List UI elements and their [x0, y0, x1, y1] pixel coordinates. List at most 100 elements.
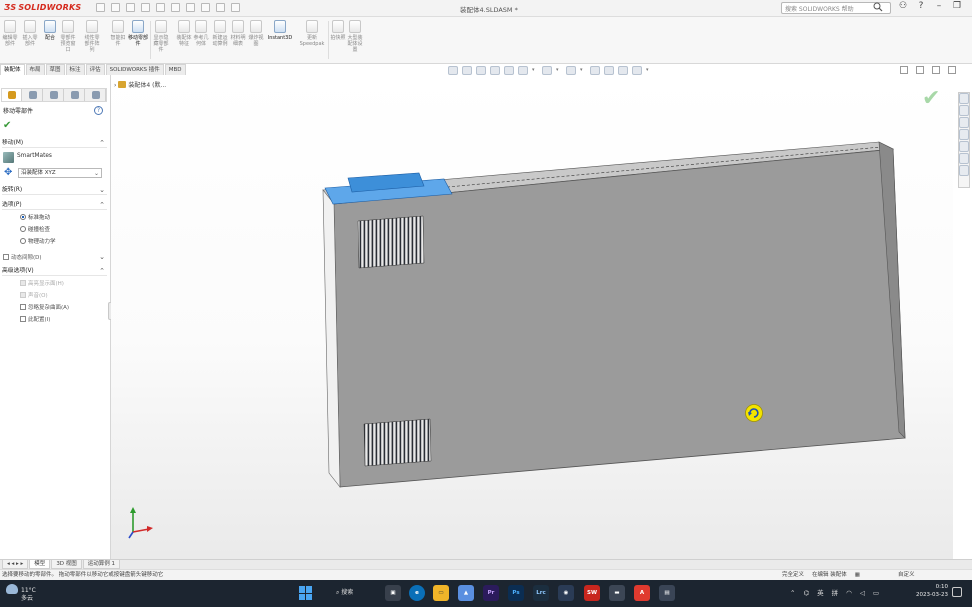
display-manager-tab-icon[interactable] [86, 89, 106, 101]
chevron-up-icon[interactable]: ⌃ [790, 588, 795, 598]
lightroom-icon[interactable]: Lrc [533, 585, 549, 601]
print-icon[interactable] [156, 3, 165, 12]
file-explorer-icon[interactable] [959, 117, 969, 128]
custom-properties-icon[interactable] [959, 153, 969, 164]
ribbon-exploded-view[interactable]: 爆炸视图 [248, 20, 264, 47]
move-section-header[interactable]: 移动(M) ⌃ [2, 138, 107, 148]
ime-language[interactable]: 英 [817, 588, 824, 598]
tab-mbd[interactable]: MBD [164, 64, 186, 75]
chevron-up-icon[interactable]: ⌃ [99, 266, 105, 276]
edge-browser-icon[interactable]: e [409, 585, 425, 601]
tab-motion-study-1[interactable]: 运动算例 1 [82, 560, 121, 569]
zoom-to-fit-icon[interactable] [448, 66, 458, 75]
battery-icon[interactable]: ▭ [873, 588, 879, 598]
resources-icon[interactable] [959, 93, 969, 104]
save-icon[interactable] [141, 3, 150, 12]
autocad-icon[interactable]: A [634, 585, 650, 601]
tab-3d-views[interactable]: 3D 视图 [51, 560, 82, 569]
ribbon-linear-pattern[interactable]: 线性零部件阵列 [84, 20, 100, 53]
dynamic-annotation-icon[interactable] [504, 66, 514, 75]
solidworks-logo[interactable]: ƷS SOLIDWORKS [4, 3, 81, 12]
options-icon[interactable] [231, 3, 240, 12]
collision-detection-radio[interactable]: 碰撞检查 [20, 225, 50, 233]
rotate-section-header[interactable]: 旋转(R) ⌄ [2, 185, 107, 195]
app-icon[interactable]: ▤ [659, 585, 675, 601]
ribbon-instant3d[interactable]: Instant3D [266, 20, 294, 41]
ime-mode[interactable]: 拼 [832, 588, 839, 598]
view-orientation-icon[interactable] [518, 66, 528, 75]
physical-dynamics-radio[interactable]: 物理动力学 [20, 237, 56, 245]
sound-checkbox[interactable]: 声音(O) [20, 291, 48, 299]
ignore-complex-surfaces-checkbox[interactable]: 忽略复杂曲面(A) [20, 303, 69, 311]
dimxpert-tab-icon[interactable] [65, 89, 85, 101]
chevron-up-icon[interactable]: ⌃ [99, 138, 105, 148]
property-manager-tab-icon[interactable] [23, 89, 43, 101]
ribbon-update-speedpak[interactable]: 更新Speedpak [298, 20, 326, 47]
configuration-manager-tab-icon[interactable] [44, 89, 64, 101]
tab-addins[interactable]: SOLIDWORKS 插件 [105, 64, 164, 75]
rebuild-icon[interactable] [201, 3, 210, 12]
tab-sketch[interactable]: 草图 [45, 64, 65, 75]
photoshop-icon[interactable]: Ps [508, 585, 524, 601]
viewport-split-icon[interactable] [900, 66, 908, 74]
notification-icon[interactable] [952, 587, 962, 597]
this-configuration-checkbox[interactable]: 此配置(I) [20, 315, 50, 323]
help-menu-icon[interactable]: ? [915, 1, 927, 11]
advanced-section-header[interactable]: 高级选项(V) ⌃ [2, 266, 107, 276]
user-icon[interactable]: ⚇ [897, 1, 909, 11]
confirmation-corner-check-icon[interactable]: ✔ [922, 86, 940, 111]
chevron-up-icon[interactable]: ⌃ [99, 200, 105, 210]
clock[interactable]: 0:10 2023-03-23 [912, 583, 948, 599]
select-icon[interactable] [186, 3, 195, 12]
volume-icon[interactable]: ◁ [860, 588, 865, 598]
chevron-down-icon[interactable]: ▾ [532, 66, 538, 75]
graphics-area[interactable] [111, 75, 953, 559]
ok-check-icon[interactable]: ✔ [3, 120, 11, 131]
previous-view-icon[interactable] [476, 66, 486, 75]
design-library-icon[interactable] [959, 105, 969, 116]
viewport-restore-icon[interactable] [932, 66, 940, 74]
tab-layout[interactable]: 布局 [25, 64, 45, 75]
tab-markup[interactable]: 标注 [65, 64, 85, 75]
chevron-down-icon[interactable]: ⌄ [99, 185, 105, 195]
chevron-down-icon[interactable]: ⌄ [99, 253, 105, 261]
chevron-right-icon[interactable]: › [114, 82, 116, 89]
ribbon-mate[interactable]: 配合 [42, 20, 58, 41]
chevron-down-icon[interactable]: ▾ [580, 66, 586, 75]
minimize-button[interactable]: – [933, 1, 945, 11]
edit-appearance-icon[interactable] [590, 66, 600, 75]
feature-tree-root[interactable]: › 装配体4 (默... [114, 80, 166, 89]
ribbon-assembly-features[interactable]: 装配体特征 [176, 20, 192, 47]
tab-evaluate[interactable]: 评估 [85, 64, 105, 75]
tab-model[interactable]: 模型 [29, 560, 51, 569]
appearances-icon[interactable] [959, 141, 969, 152]
help-icon[interactable]: ? [94, 106, 103, 115]
recovery-icon[interactable] [959, 165, 969, 176]
app-icon[interactable]: ▬ [609, 585, 625, 601]
display-style-icon[interactable] [542, 66, 552, 75]
file-props-icon[interactable] [216, 3, 225, 12]
ribbon-insert-component[interactable]: 插入零部件 [22, 20, 38, 47]
photos-icon[interactable]: ▲ [458, 585, 474, 601]
assembly-model[interactable] [111, 75, 953, 559]
ribbon-new-motion-study[interactable]: 新建运动算例 [212, 20, 228, 47]
solidworks-taskbar-icon[interactable]: SW [584, 585, 600, 601]
taskbar-search[interactable]: ⌕ 搜索 [336, 586, 353, 600]
ribbon-bom[interactable]: 材料明细表 [230, 20, 246, 47]
view-palette-icon[interactable] [959, 129, 969, 140]
new-icon[interactable] [111, 3, 120, 12]
weather-widget[interactable]: 11°C 多云 [6, 584, 36, 603]
ribbon-preview-window[interactable]: 零部件预览窗口 [60, 20, 76, 53]
standard-drag-radio[interactable]: 标准拖动 [20, 213, 50, 221]
ribbon-large-assembly[interactable]: 大型装配体设置 [347, 20, 363, 53]
apply-scene-icon[interactable] [604, 66, 614, 75]
task-view-icon[interactable]: ▣ [385, 585, 401, 601]
chevron-down-icon[interactable]: ▾ [646, 66, 652, 75]
file-explorer-icon[interactable]: ▭ [433, 585, 449, 601]
ribbon-edit-component[interactable]: 编辑零部件 [2, 20, 18, 47]
viewport-close-icon[interactable] [948, 66, 956, 74]
restore-button[interactable]: ❐ [951, 1, 963, 11]
ribbon-move-component[interactable]: 移动零部件 [128, 20, 148, 47]
ribbon-reference-geometry[interactable]: 参考几何体 [193, 20, 209, 47]
wifi-icon[interactable]: ◠ [846, 588, 852, 598]
